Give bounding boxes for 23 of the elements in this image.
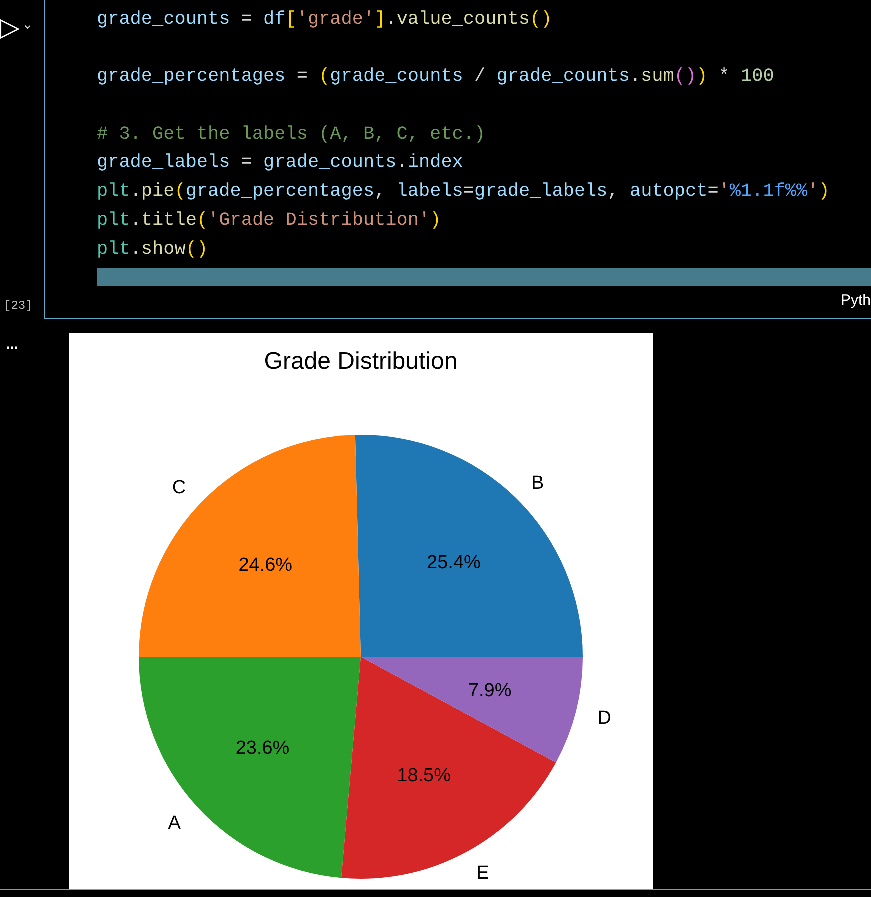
code-line: plt.pie(grade_percentages, labels=grade_labels, autopct='%1.1f%%') xyxy=(97,180,830,204)
slice-percent: 24.6% xyxy=(238,555,293,576)
slice-percent: 23.6% xyxy=(236,738,290,759)
kernel-language: Pyth xyxy=(840,290,871,310)
code-line: plt.show() xyxy=(97,238,208,262)
horizontal-scrollbar[interactable] xyxy=(97,268,871,286)
code-line: # 3. Get the labels (A, B, C, etc.) xyxy=(97,122,486,147)
chart-title: Grade Distribution xyxy=(264,348,458,375)
code-line: grade_counts = df['grade'].value_counts() xyxy=(97,8,552,32)
output-more-button[interactable]: ... xyxy=(6,337,19,352)
code-line: grade_percentages = (grade_counts / grade_counts.sum()) * 100 xyxy=(97,65,774,90)
execution-count: [23] xyxy=(3,298,34,315)
slice-label: C xyxy=(172,478,186,498)
code-line: grade_labels = grade_counts.index xyxy=(97,151,464,176)
slice-percent: 18.5% xyxy=(397,765,451,786)
slice-label: B xyxy=(532,473,544,494)
slice-label: D xyxy=(598,708,612,729)
slice-percent: 25.4% xyxy=(427,552,481,574)
slice-label: A xyxy=(168,812,181,834)
slice-percent: 7.9% xyxy=(468,680,512,702)
run-button[interactable]: ▷ xyxy=(0,14,20,40)
code-line: plt.title('Grade Distribution') xyxy=(97,208,442,233)
slice-label: E xyxy=(476,863,490,884)
